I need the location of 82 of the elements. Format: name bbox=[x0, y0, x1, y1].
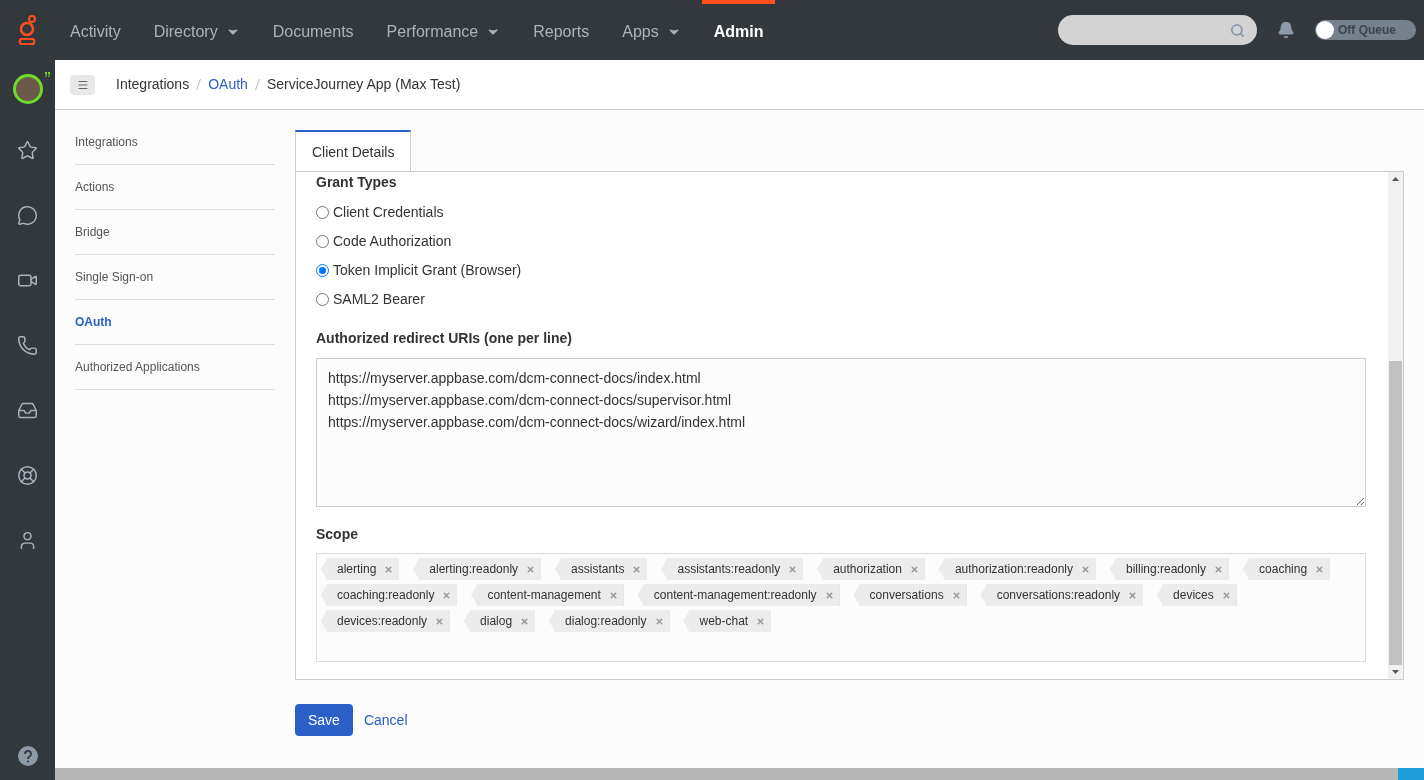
nav-tab[interactable]: Apps bbox=[610, 0, 693, 60]
side-nav-item[interactable]: Actions bbox=[75, 165, 275, 210]
remove-icon[interactable] bbox=[788, 564, 798, 574]
scope-tag: devices bbox=[1157, 584, 1237, 606]
avatar[interactable] bbox=[12, 74, 43, 104]
cancel-link[interactable]: Cancel bbox=[363, 709, 408, 731]
remove-icon[interactable] bbox=[384, 564, 394, 574]
scope-tag: devices:readonly bbox=[321, 610, 451, 632]
breadcrumb-item[interactable]: Integrations bbox=[116, 74, 190, 95]
slash-separator-icon bbox=[196, 79, 202, 90]
scope-tag: alerting bbox=[321, 558, 400, 580]
section-heading: Grant Types bbox=[316, 174, 398, 190]
breadcrumb-item[interactable]: ServiceJourney App (Max Test) bbox=[266, 74, 461, 95]
scrollbar[interactable] bbox=[1388, 172, 1403, 679]
scope-tag: authorization:readonly bbox=[938, 558, 1096, 580]
help-icon[interactable] bbox=[17, 746, 38, 766]
slash-separator-icon bbox=[254, 79, 260, 90]
search-field[interactable] bbox=[1058, 15, 1257, 45]
field-label: Authorized redirect URIs (one per line) bbox=[316, 329, 573, 348]
remove-icon[interactable] bbox=[526, 564, 536, 574]
scope-tag: content-management:readonly bbox=[637, 584, 840, 606]
quote-badge-icon bbox=[43, 72, 51, 77]
radio-label: Client Credentials bbox=[333, 203, 444, 222]
notification-bell-icon[interactable] bbox=[1277, 21, 1295, 39]
scope-tag: web-chat bbox=[683, 610, 772, 632]
scope-tag: assistants bbox=[555, 558, 648, 580]
search-icon bbox=[1230, 22, 1245, 38]
scope-tag: conversations:readonly bbox=[980, 584, 1144, 606]
remove-icon[interactable] bbox=[435, 616, 445, 626]
scope-tag: coaching:readonly bbox=[321, 584, 458, 606]
remove-icon[interactable] bbox=[1221, 590, 1231, 600]
remove-icon[interactable] bbox=[1128, 590, 1138, 600]
remove-icon[interactable] bbox=[1214, 564, 1224, 574]
nav-tab[interactable]: Performance bbox=[374, 0, 513, 60]
side-nav-item[interactable]: OAuth bbox=[75, 300, 275, 345]
radio-label: Code Authorization bbox=[333, 232, 452, 251]
star-icon[interactable] bbox=[17, 140, 38, 161]
scroll-up-arrow-icon[interactable] bbox=[1392, 177, 1399, 181]
scope-tag: billing:readonly bbox=[1110, 558, 1230, 580]
remove-icon[interactable] bbox=[1081, 564, 1090, 574]
remove-icon[interactable] bbox=[632, 564, 642, 574]
side-nav-item[interactable]: Bridge bbox=[75, 210, 275, 255]
redirect-uris-field[interactable]: https://myserver.appbase.com/dcm-connect-docs/index.html https://myserver.appbase.com/dcm-connect-docs/supervisor.html https://myserver.appbase.com/dcm-connect-docs/wizard/index.html bbox=[316, 358, 1366, 507]
remove-icon[interactable] bbox=[1315, 564, 1325, 574]
nav-tab[interactable]: Activity bbox=[58, 0, 133, 60]
inbox-icon[interactable] bbox=[17, 400, 38, 421]
scope-tag: authorization bbox=[817, 558, 925, 580]
menu-icon bbox=[76, 78, 89, 91]
remove-icon[interactable] bbox=[442, 590, 452, 600]
scope-tag: dialog bbox=[464, 610, 536, 632]
scope-tag: assistants:readonly bbox=[661, 558, 804, 580]
remove-icon[interactable] bbox=[654, 616, 664, 626]
nav-tab[interactable]: Directory bbox=[141, 0, 252, 60]
remove-icon[interactable] bbox=[756, 616, 766, 626]
side-nav-item[interactable]: Authorized Applications bbox=[75, 345, 275, 390]
lifebuoy-icon[interactable] bbox=[17, 465, 38, 486]
scroll-down-arrow-icon[interactable] bbox=[1392, 670, 1399, 674]
phone-icon[interactable] bbox=[17, 335, 38, 356]
remove-icon[interactable] bbox=[608, 590, 618, 600]
scope-tag: conversations bbox=[853, 584, 967, 606]
field-label: Scope bbox=[316, 525, 359, 544]
side-nav-item[interactable]: Integrations bbox=[75, 120, 275, 165]
remove-icon[interactable] bbox=[824, 590, 834, 600]
save-button[interactable]: Save bbox=[295, 704, 353, 736]
scope-tag: coaching bbox=[1243, 558, 1331, 580]
scope-field[interactable] bbox=[316, 553, 1366, 662]
remove-icon[interactable] bbox=[951, 590, 961, 600]
scope-tag: dialog:readonly bbox=[549, 610, 670, 632]
scope-tag: alerting:readonly bbox=[413, 558, 542, 580]
nav-tab[interactable]: Documents bbox=[260, 0, 366, 60]
radio-label: Token Implicit Grant (Browser) bbox=[333, 261, 522, 280]
menu-button[interactable] bbox=[70, 74, 95, 95]
remove-icon[interactable] bbox=[909, 564, 919, 574]
logo-icon bbox=[16, 15, 39, 45]
nav-tab[interactable]: Reports bbox=[521, 0, 602, 60]
tab[interactable]: Client Details bbox=[295, 130, 412, 172]
breadcrumb-link[interactable]: OAuth bbox=[208, 74, 248, 95]
chat-bubble-icon[interactable] bbox=[17, 205, 38, 226]
scope-tag: content-management bbox=[471, 584, 624, 606]
remove-icon[interactable] bbox=[520, 616, 530, 626]
radio-label: SAML2 Bearer bbox=[333, 290, 425, 309]
side-nav-item[interactable]: Single Sign-on bbox=[75, 255, 275, 300]
